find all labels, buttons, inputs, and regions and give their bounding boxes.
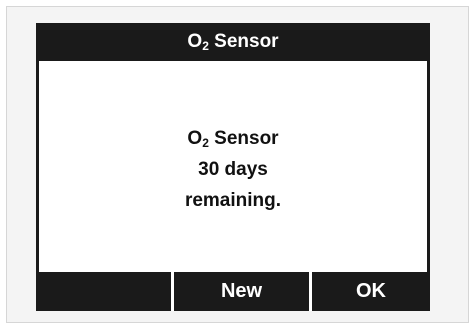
screen-title-bar: O2 Sensor [36, 23, 430, 61]
message-remaining-text: remaining. [184, 190, 282, 211]
ok-softkey[interactable]: OK [312, 272, 430, 311]
new-softkey[interactable]: New [174, 272, 309, 311]
softkey-left-blank[interactable] [36, 272, 171, 311]
softkey-bar: New OK [36, 272, 430, 311]
message-days-remaining: 30 days [198, 159, 268, 180]
screen-title: O2 Sensor [187, 31, 279, 53]
message-sensor-name: O2 Sensor [187, 128, 279, 150]
message-area: O2 Sensor 30 days remaining. [39, 61, 427, 272]
device-screen: O2 Sensor O2 Sensor 30 days remaining. N… [36, 23, 430, 311]
